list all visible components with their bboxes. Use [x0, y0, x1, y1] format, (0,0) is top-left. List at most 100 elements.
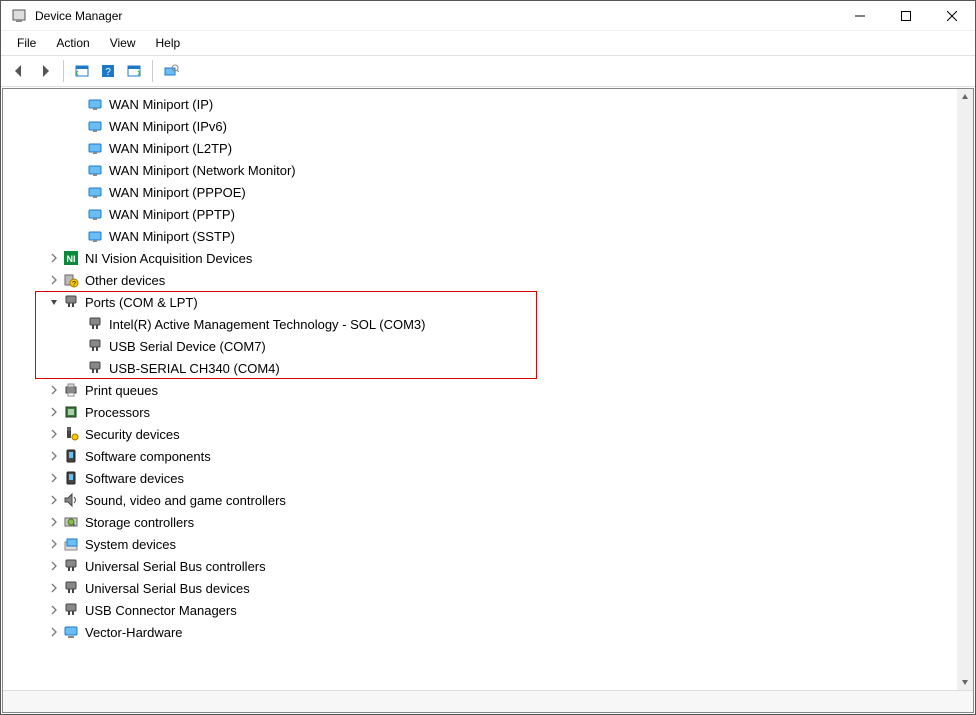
toolbar: ?	[1, 55, 975, 87]
tree-item-label: Sound, video and game controllers	[85, 493, 286, 508]
tree-item-label: Other devices	[85, 273, 165, 288]
tree-item-label: Software components	[85, 449, 211, 464]
tree-row-vector-hardware[interactable]: Vector-Hardware	[3, 621, 957, 643]
tree-row-other-devices[interactable]: ?Other devices	[3, 269, 957, 291]
ni-icon: NI	[63, 250, 79, 266]
window: Device Manager File Action View Help ? W…	[0, 0, 976, 715]
tree-row-wan-miniport-network-monitor[interactable]: WAN Miniport (Network Monitor)	[3, 159, 957, 181]
chevron-right-icon[interactable]	[47, 471, 61, 485]
tree-row-usb-connector-managers[interactable]: USB Connector Managers	[3, 599, 957, 621]
chevron-right-icon[interactable]	[47, 251, 61, 265]
chevron-right-icon[interactable]	[47, 427, 61, 441]
tree-row-wan-miniport-ip[interactable]: WAN Miniport (IP)	[3, 93, 957, 115]
vertical-scrollbar[interactable]	[957, 89, 973, 690]
net-icon	[87, 228, 103, 244]
menu-view[interactable]: View	[100, 33, 146, 53]
usb-icon	[63, 602, 79, 618]
minimize-button[interactable]	[837, 1, 883, 31]
tree-row-universal-serial-bus-devices[interactable]: Universal Serial Bus devices	[3, 577, 957, 599]
tree-row-usb-serial-device-com7[interactable]: USB Serial Device (COM7)	[3, 335, 957, 357]
print-icon	[63, 382, 79, 398]
tree-row-software-components[interactable]: Software components	[3, 445, 957, 467]
client-area: WAN Miniport (IP)WAN Miniport (IPv6)WAN …	[2, 88, 974, 713]
tree-row-wan-miniport-ipv6[interactable]: WAN Miniport (IPv6)	[3, 115, 957, 137]
tree-row-storage-controllers[interactable]: Storage controllers	[3, 511, 957, 533]
tree-row-system-devices[interactable]: System devices	[3, 533, 957, 555]
net-icon	[87, 162, 103, 178]
chevron-right-icon[interactable]	[47, 273, 61, 287]
expander-spacer	[71, 185, 85, 199]
toolbar-show-hidden-button[interactable]	[70, 59, 94, 83]
expander-spacer	[71, 361, 85, 375]
tree-item-label: WAN Miniport (IP)	[109, 97, 213, 112]
app-icon	[11, 8, 27, 24]
chevron-right-icon[interactable]	[47, 603, 61, 617]
toolbar-forward-button[interactable]	[33, 59, 57, 83]
tree-row-wan-miniport-l2tp[interactable]: WAN Miniport (L2TP)	[3, 137, 957, 159]
port-icon	[87, 316, 103, 332]
chevron-down-icon[interactable]	[47, 295, 61, 309]
tree-item-label: WAN Miniport (PPTP)	[109, 207, 235, 222]
tree-row-ni-vision-acquisition-devices[interactable]: NINI Vision Acquisition Devices	[3, 247, 957, 269]
tree-row-security-devices[interactable]: Security devices	[3, 423, 957, 445]
scroll-up-button[interactable]	[957, 89, 973, 105]
close-button[interactable]	[929, 1, 975, 31]
tree-row-processors[interactable]: Processors	[3, 401, 957, 423]
tree-item-label: Software devices	[85, 471, 184, 486]
device-tree[interactable]: WAN Miniport (IP)WAN Miniport (IPv6)WAN …	[3, 89, 957, 690]
usb-icon	[63, 580, 79, 596]
chevron-right-icon[interactable]	[47, 581, 61, 595]
maximize-button[interactable]	[883, 1, 929, 31]
tree-row-sound-video-and-game-controllers[interactable]: Sound, video and game controllers	[3, 489, 957, 511]
tree-row-usb-serial-ch340-com4[interactable]: USB-SERIAL CH340 (COM4)	[3, 357, 957, 379]
tree-item-label: WAN Miniport (PPPOE)	[109, 185, 246, 200]
net-icon	[87, 184, 103, 200]
tree-item-label: Ports (COM & LPT)	[85, 295, 198, 310]
tree-row-intel-r-active-management-technology-sol-com3[interactable]: Intel(R) Active Management Technology - …	[3, 313, 957, 335]
sys-icon	[63, 536, 79, 552]
tree-row-wan-miniport-sstp[interactable]: WAN Miniport (SSTP)	[3, 225, 957, 247]
menu-help[interactable]: Help	[146, 33, 191, 53]
status-bar	[3, 690, 973, 712]
tree-row-universal-serial-bus-controllers[interactable]: Universal Serial Bus controllers	[3, 555, 957, 577]
port-icon	[87, 338, 103, 354]
menubar: File Action View Help	[1, 31, 975, 55]
tree-row-ports-com-lpt[interactable]: Ports (COM & LPT)	[3, 291, 957, 313]
tree-row-wan-miniport-pppoe[interactable]: WAN Miniport (PPPOE)	[3, 181, 957, 203]
tree-item-label: Print queues	[85, 383, 158, 398]
expander-spacer	[71, 141, 85, 155]
toolbar-help-button[interactable]: ?	[96, 59, 120, 83]
chevron-right-icon[interactable]	[47, 515, 61, 529]
titlebar: Device Manager	[1, 1, 975, 31]
usb-icon	[63, 558, 79, 574]
tree-item-label: USB Connector Managers	[85, 603, 237, 618]
tree-item-label: Universal Serial Bus controllers	[85, 559, 266, 574]
chevron-right-icon[interactable]	[47, 383, 61, 397]
chevron-right-icon[interactable]	[47, 559, 61, 573]
toolbar-scan-button[interactable]	[159, 59, 183, 83]
mon-icon	[63, 624, 79, 640]
chevron-right-icon[interactable]	[47, 537, 61, 551]
svg-text:?: ?	[105, 67, 111, 78]
chevron-right-icon[interactable]	[47, 449, 61, 463]
sec-icon	[63, 426, 79, 442]
toolbar-separator	[152, 60, 153, 82]
highlighted-ports-group: Ports (COM & LPT) Intel(R) Active Managem…	[3, 291, 957, 379]
menu-action[interactable]: Action	[46, 33, 99, 53]
svg-text:NI: NI	[67, 254, 76, 264]
chevron-right-icon[interactable]	[47, 405, 61, 419]
net-icon	[87, 140, 103, 156]
toolbar-properties-button[interactable]	[122, 59, 146, 83]
menu-file[interactable]: File	[7, 33, 46, 53]
tree-row-print-queues[interactable]: Print queues	[3, 379, 957, 401]
tree-row-wan-miniport-pptp[interactable]: WAN Miniport (PPTP)	[3, 203, 957, 225]
tree-row-software-devices[interactable]: Software devices	[3, 467, 957, 489]
chevron-right-icon[interactable]	[47, 625, 61, 639]
net-icon	[87, 118, 103, 134]
chevron-right-icon[interactable]	[47, 493, 61, 507]
tree-item-label: WAN Miniport (SSTP)	[109, 229, 235, 244]
expander-spacer	[71, 97, 85, 111]
toolbar-back-button[interactable]	[7, 59, 31, 83]
scroll-down-button[interactable]	[957, 674, 973, 690]
expander-spacer	[71, 339, 85, 353]
